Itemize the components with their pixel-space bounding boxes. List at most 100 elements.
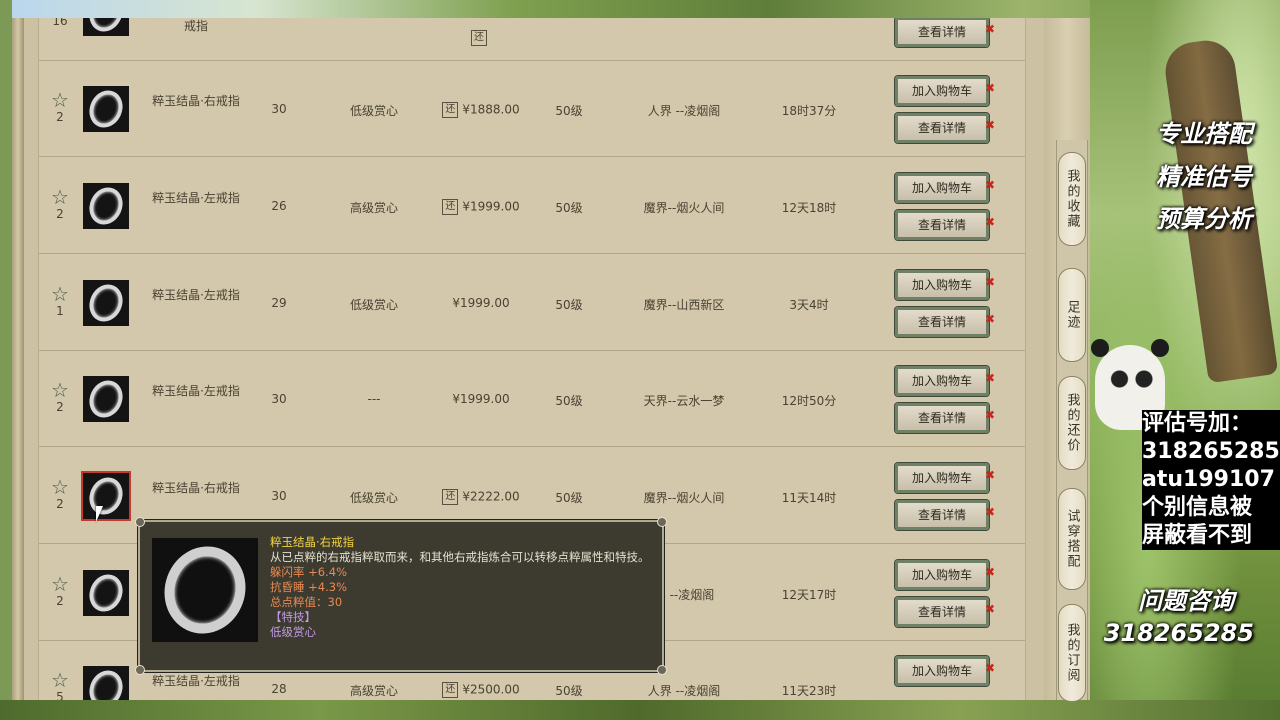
- close-icon[interactable]: ✖: [985, 18, 995, 41]
- item-thumbnail[interactable]: [83, 182, 129, 230]
- item-name: 粹玉结晶·左戒指: [152, 384, 240, 398]
- view-details-button[interactable]: 查看详情 ✖: [895, 210, 995, 240]
- add-to-cart-label: 加入购物车: [911, 664, 972, 678]
- item-thumbnail[interactable]: [83, 279, 129, 327]
- bargain-icon[interactable]: 还: [442, 102, 459, 118]
- close-icon[interactable]: ✖: [985, 173, 995, 197]
- favorite-count: 2: [56, 207, 64, 221]
- nav-subscription[interactable]: 我的订阅: [1058, 604, 1086, 702]
- view-details-button[interactable]: 查看详情 ✖: [895, 307, 995, 337]
- ring-icon: [83, 665, 129, 700]
- consult-label: 问题咨询: [1138, 587, 1234, 615]
- ring-icon: [83, 472, 129, 520]
- add-to-cart-button[interactable]: 加入购物车 ✖: [895, 463, 995, 493]
- view-details-label: 查看详情: [917, 121, 966, 135]
- price-value: ¥2500.00: [462, 682, 520, 697]
- mouse-cursor-icon: [96, 506, 103, 522]
- bargain-icon[interactable]: 还: [442, 489, 459, 505]
- favorite-toggle[interactable]: ☆ 2: [47, 380, 73, 414]
- nav-try-on[interactable]: 试穿搭配: [1058, 488, 1086, 590]
- server-name: 魔界--烟火人间: [643, 201, 725, 215]
- item-thumbnail[interactable]: [83, 85, 129, 133]
- eval-line: 屏蔽看不到: [1142, 523, 1253, 548]
- item-thumbnail[interactable]: [83, 18, 129, 37]
- favorite-toggle[interactable]: ☆ 1: [47, 284, 73, 318]
- tooltip-desc: 从已点粹的右戒指粹取而来，和其他右戒指炼合可以转移点粹属性和特技。: [270, 550, 650, 564]
- add-to-cart-button[interactable]: 加入购物车 ✖: [895, 560, 995, 590]
- tooltip-ring-image: [152, 534, 258, 646]
- time-remaining: 11天23时: [781, 684, 837, 698]
- server-name: 魔界--烟火人间: [643, 491, 725, 505]
- item-thumbnail[interactable]: [81, 471, 131, 521]
- view-details-button[interactable]: 查看详情 ✖: [895, 18, 995, 47]
- star-icon: ☆: [51, 475, 69, 499]
- favorite-toggle[interactable]: ☆ 2: [47, 90, 73, 124]
- tooltip-title: 粹玉结晶·右戒指: [270, 535, 355, 549]
- ring-icon: [83, 18, 129, 37]
- tooltip-corner: [135, 517, 145, 527]
- favorite-toggle[interactable]: ☆ 2: [47, 187, 73, 221]
- favorite-count: 2: [56, 594, 64, 608]
- price-value: ¥1888.00: [462, 102, 520, 117]
- add-to-cart-button[interactable]: 加入购物车 ✖: [895, 173, 995, 203]
- add-to-cart-button[interactable]: 加入购物车 ✖: [895, 366, 995, 396]
- view-details-button[interactable]: 查看详情 ✖: [895, 403, 995, 433]
- view-details-label: 查看详情: [917, 315, 966, 329]
- close-icon[interactable]: ✖: [985, 560, 995, 584]
- star-icon: ☆: [51, 282, 69, 306]
- view-details-button[interactable]: 查看详情 ✖: [895, 597, 995, 627]
- add-to-cart-label: 加入购物车: [911, 84, 972, 98]
- item-level: 29: [271, 296, 287, 310]
- star-icon: ☆: [51, 185, 69, 209]
- bargain-icon[interactable]: 还: [442, 199, 459, 215]
- view-details-button[interactable]: 查看详情 ✖: [895, 500, 995, 530]
- item-thumbnail[interactable]: [83, 665, 129, 700]
- item-thumbnail[interactable]: [83, 569, 129, 617]
- nav-footprint[interactable]: 足迹: [1058, 268, 1086, 362]
- view-details-button[interactable]: 查看详情 ✖: [895, 113, 995, 143]
- item-price: 还: [431, 30, 531, 46]
- close-icon[interactable]: ✖: [985, 463, 995, 487]
- favorite-toggle[interactable]: ☆16: [47, 18, 73, 28]
- close-icon[interactable]: ✖: [985, 403, 995, 427]
- favorite-toggle[interactable]: ☆ 5: [47, 670, 73, 700]
- favorite-toggle[interactable]: ☆ 2: [47, 477, 73, 511]
- role-level: 50级: [555, 298, 583, 312]
- nav-favorites[interactable]: 我的收藏: [1058, 152, 1086, 246]
- star-icon: ☆: [51, 572, 69, 596]
- bargain-icon[interactable]: 还: [442, 682, 459, 698]
- favorite-toggle[interactable]: ☆ 2: [47, 574, 73, 608]
- item-name: 戒指: [183, 19, 208, 33]
- role-level: 50级: [555, 684, 583, 698]
- eval-line: atu199107: [1142, 467, 1275, 492]
- server-name: 人界 --凌烟阁: [647, 684, 721, 698]
- price-value: ¥2222.00: [462, 489, 520, 504]
- bargain-icon[interactable]: 还: [471, 30, 487, 46]
- role-level: 50级: [555, 104, 583, 118]
- close-icon[interactable]: ✖: [985, 210, 995, 234]
- item-grade: 高级赏心: [349, 201, 398, 215]
- close-icon[interactable]: ✖: [985, 656, 995, 680]
- item-thumbnail[interactable]: [83, 375, 129, 423]
- tooltip-text: 粹玉结晶·右戒指 从已点粹的右戒指粹取而来，和其他右戒指炼合可以转移点粹属性和特…: [270, 535, 650, 640]
- close-icon[interactable]: ✖: [985, 307, 995, 331]
- close-icon[interactable]: ✖: [985, 597, 995, 621]
- close-icon[interactable]: ✖: [985, 76, 995, 100]
- tooltip-stat-sleep-resist: 抗昏睡 +4.3%: [270, 580, 348, 594]
- add-to-cart-button[interactable]: 加入购物车 ✖: [895, 656, 995, 686]
- item-price: 还 ¥1888.00: [431, 102, 531, 118]
- close-icon[interactable]: ✖: [985, 113, 995, 137]
- star-icon: ☆: [51, 668, 69, 692]
- add-to-cart-button[interactable]: 加入购物车 ✖: [895, 76, 995, 106]
- role-level: 50级: [555, 491, 583, 505]
- close-icon[interactable]: ✖: [985, 500, 995, 524]
- close-icon[interactable]: ✖: [985, 366, 995, 390]
- nav-my-bargain[interactable]: 我的还价: [1058, 376, 1086, 470]
- close-icon[interactable]: ✖: [985, 270, 995, 294]
- add-to-cart-button[interactable]: 加入购物车 ✖: [895, 270, 995, 300]
- panel-frame-left: [12, 18, 24, 700]
- tooltip-skill: 低级赏心: [270, 625, 316, 639]
- time-remaining: 12天17时: [781, 588, 837, 602]
- view-details-label: 查看详情: [917, 411, 966, 425]
- role-level: 50级: [555, 201, 583, 215]
